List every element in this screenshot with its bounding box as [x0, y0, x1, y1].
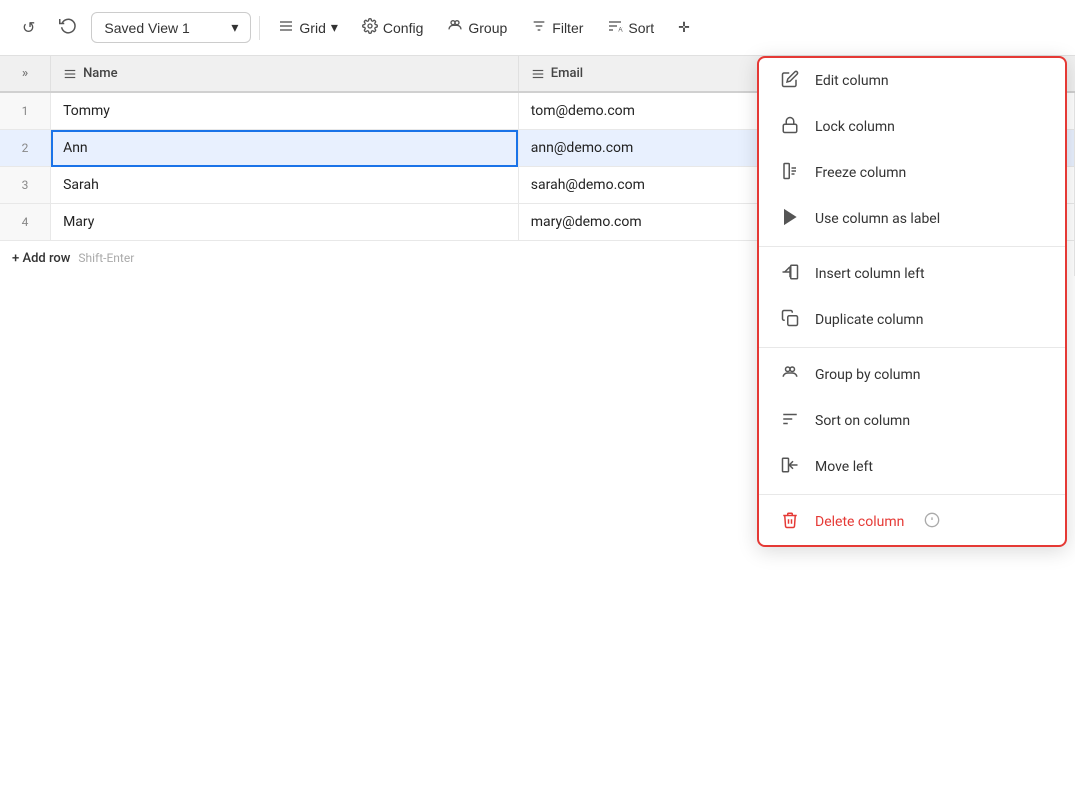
sort-on-column-label: Sort on column	[815, 413, 910, 429]
sort-label: Sort	[628, 20, 654, 36]
more-icon: ✛	[678, 19, 690, 36]
row-number: 4	[0, 204, 51, 241]
pencil-icon	[779, 70, 801, 92]
trash-icon	[779, 511, 801, 533]
add-row-shortcut: Shift-Enter	[78, 251, 134, 265]
filter-label: Filter	[552, 20, 583, 36]
saved-view-button[interactable]: Saved View 1 ▾	[91, 12, 251, 43]
row-number: 2	[0, 130, 51, 167]
toolbar: ↺ Saved View 1 ▾ Grid ▾	[0, 0, 1075, 56]
freeze-column-label: Freeze column	[815, 165, 906, 181]
name-cell[interactable]: Mary	[51, 204, 519, 241]
sort-icon: AZ	[607, 18, 623, 37]
dropdown-icon: ▾	[231, 19, 238, 36]
use-as-label-label: Use column as label	[815, 211, 940, 227]
more-button[interactable]: ✛	[668, 13, 700, 42]
group-icon	[447, 18, 463, 37]
group-by-column-label: Group by column	[815, 367, 921, 383]
name-cell[interactable]: Tommy	[51, 92, 519, 130]
row-marker-icon: »	[22, 66, 28, 81]
move-left-item[interactable]: Move left	[759, 444, 1065, 490]
config-label: Config	[383, 20, 423, 36]
divider-3	[759, 494, 1065, 495]
filter-icon	[531, 18, 547, 37]
divider-1	[759, 246, 1065, 247]
context-menu: Edit column Lock column Freeze column	[757, 56, 1067, 547]
insert-column-left-label: Insert column left	[815, 266, 925, 282]
name-col-icon	[63, 67, 77, 81]
name-cell[interactable]: Sarah	[51, 167, 519, 204]
lock-icon	[779, 116, 801, 138]
add-row-button[interactable]: + Add row	[12, 251, 70, 266]
saved-view-label: Saved View 1	[104, 20, 189, 36]
freeze-icon	[779, 162, 801, 184]
grid-icon	[278, 18, 294, 37]
sort-on-icon	[779, 410, 801, 432]
config-icon	[362, 18, 378, 37]
insert-column-left-item[interactable]: Insert column left	[759, 251, 1065, 297]
sort-on-column-item[interactable]: Sort on column	[759, 398, 1065, 444]
duplicate-column-label: Duplicate column	[815, 312, 923, 328]
name-column-header[interactable]: Name	[51, 56, 519, 92]
email-col-icon	[531, 67, 545, 81]
row-number: 3	[0, 167, 51, 204]
move-left-label: Move left	[815, 459, 873, 475]
duplicate-icon	[779, 309, 801, 331]
refresh-button[interactable]: ↺	[12, 12, 45, 44]
sort-button[interactable]: AZ Sort	[597, 12, 664, 43]
email-col-label: Email	[551, 66, 583, 81]
freeze-column-item[interactable]: Freeze column	[759, 150, 1065, 196]
row-num-header: »	[0, 56, 51, 92]
group-by-icon	[779, 364, 801, 386]
grid-button[interactable]: Grid ▾	[268, 12, 347, 43]
edit-column-item[interactable]: Edit column	[759, 58, 1065, 104]
name-col-label: Name	[83, 66, 118, 81]
filter-button[interactable]: Filter	[521, 12, 593, 43]
duplicate-column-item[interactable]: Duplicate column	[759, 297, 1065, 343]
insert-left-icon	[779, 263, 801, 285]
name-cell[interactable]: Ann	[51, 130, 519, 167]
separator-1	[259, 16, 260, 40]
edit-column-label: Edit column	[815, 73, 889, 89]
delete-column-label: Delete column	[815, 514, 904, 530]
group-by-column-item[interactable]: Group by column	[759, 352, 1065, 398]
arrow-right-icon	[779, 208, 801, 230]
use-as-label-item[interactable]: Use column as label	[759, 196, 1065, 242]
svg-text:AZ: AZ	[619, 27, 624, 33]
info-icon	[924, 512, 940, 532]
refresh-icon: ↺	[22, 18, 35, 38]
delete-column-item[interactable]: Delete column	[759, 499, 1065, 545]
move-left-icon	[779, 456, 801, 478]
config-button[interactable]: Config	[352, 12, 433, 43]
divider-2	[759, 347, 1065, 348]
history-button[interactable]	[49, 10, 87, 45]
lock-column-item[interactable]: Lock column	[759, 104, 1065, 150]
lock-column-label: Lock column	[815, 119, 895, 135]
history-icon	[59, 16, 77, 39]
group-button[interactable]: Group	[437, 12, 517, 43]
grid-label: Grid	[299, 20, 325, 36]
grid-dropdown-icon: ▾	[331, 19, 338, 36]
group-label: Group	[468, 20, 507, 36]
grid-area: » Name	[0, 56, 1075, 790]
row-number: 1	[0, 92, 51, 130]
